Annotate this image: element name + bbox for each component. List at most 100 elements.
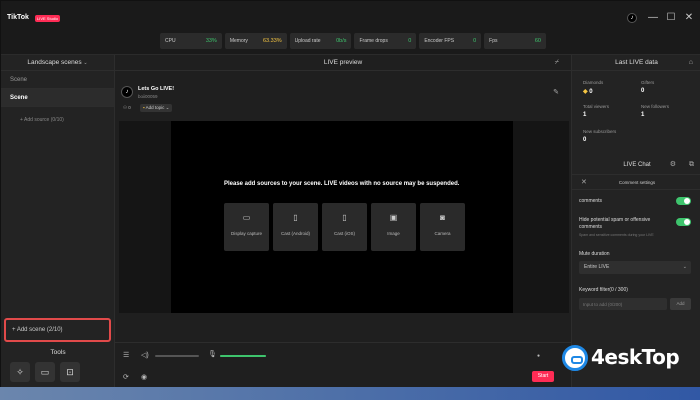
scenes-header-label: Landscape scenes xyxy=(27,59,82,66)
stat-label: Memory xyxy=(229,38,248,44)
chevron-down-icon: ⌄ xyxy=(682,264,687,270)
scene-item-selected[interactable]: Scene xyxy=(1,89,114,107)
keyword-input[interactable] xyxy=(579,298,667,310)
add-topic-label: Add topic xyxy=(145,105,165,110)
refresh-icon[interactable]: ⟳ xyxy=(123,373,129,381)
metric-label: Diamonds xyxy=(583,80,604,85)
watermark: 4eskTop xyxy=(562,343,692,383)
game-tool-button[interactable]: ⊡ xyxy=(60,362,80,382)
phone-icon: ▯ xyxy=(342,213,347,222)
volume-slider[interactable] xyxy=(155,355,199,357)
tiktok-avatar-icon: ♪ xyxy=(121,86,133,98)
add-scene-label: Add scene (2/10) xyxy=(16,327,63,333)
add-scene-button[interactable]: + Add scene (2/10) xyxy=(4,318,111,342)
stat-encoder-fps: Encoder FPS 0 xyxy=(419,33,482,49)
image-tile[interactable]: ▣ Image xyxy=(371,203,416,251)
stat-value: 0b/s xyxy=(336,38,347,44)
metric-new-subscribers: New subscribers 0 xyxy=(583,129,616,143)
titlebar: TikTok LIVE Studio ♪ — ☐ ✕ CPU 33% Memor… xyxy=(1,1,700,55)
stat-label: Fps xyxy=(489,38,498,44)
tiktok-icon[interactable]: ♪ xyxy=(627,13,637,23)
maximize-button[interactable]: ☐ xyxy=(664,12,678,23)
metric-gifters: Gifters 0 xyxy=(641,80,654,94)
live-preview-title: LIVE preview xyxy=(323,59,363,66)
microphone-icon[interactable]: 🎙 xyxy=(208,350,217,358)
metric-value: 0 xyxy=(641,88,645,94)
watermark-logo-icon xyxy=(562,345,588,371)
phone-icon: ▯ xyxy=(293,213,298,222)
record-icon[interactable]: ◉ xyxy=(141,373,147,381)
source-tiles: ▭ Display capture ▯ Cast (Android) ▯ Cas… xyxy=(224,203,465,251)
image-icon: ▣ xyxy=(389,213,398,222)
app-badge: LIVE Studio xyxy=(35,15,61,22)
video-camera-icon: ▭ xyxy=(40,367,50,377)
camera-tool-button[interactable]: ▭ xyxy=(35,362,55,382)
stat-value: 33% xyxy=(205,38,217,44)
mute-duration-select[interactable]: Entire LIVE ⌄ xyxy=(579,261,691,274)
stat-upload-rate: Upload rate 0b/s xyxy=(289,33,352,49)
minimize-button[interactable]: — xyxy=(646,12,660,23)
cast-ios-tile[interactable]: ▯ Cast (iOS) xyxy=(322,203,367,251)
metric-new-followers: New followers 1 xyxy=(641,104,669,118)
display-capture-tile[interactable]: ▭ Display capture xyxy=(224,203,269,251)
watermark-text: 4eskTop xyxy=(591,345,680,369)
settings-sliders-icon[interactable]: ☰ xyxy=(123,351,129,359)
stream-title[interactable]: Lets Go LIVE! xyxy=(138,86,174,92)
stat-label: CPU xyxy=(165,38,176,44)
metric-total-viewers: Total viewers 1 xyxy=(583,104,609,118)
desktop-background-strip xyxy=(0,387,700,400)
last-live-data-title: Last LIVE data xyxy=(615,59,658,66)
tile-label: Image xyxy=(387,231,400,236)
live-chat-title: LIVE Chat xyxy=(623,162,651,168)
mic-slider[interactable] xyxy=(220,355,266,357)
home-icon[interactable]: ⌂ xyxy=(689,55,693,71)
keyword-add-button[interactable]: Add xyxy=(670,298,691,310)
preview-canvas: Please add sources to your scene. LIVE v… xyxy=(171,121,513,313)
speaker-icon[interactable]: ◁) xyxy=(141,351,149,359)
stream-info: ♪ Lets Go LIVE! boii00059 ⚇ 0 ▪ Add topi… xyxy=(119,83,569,113)
keyword-filter-label: Keyword filter(0 / 300) xyxy=(579,287,628,293)
close-button[interactable]: ✕ xyxy=(682,12,696,23)
metric-value: 1 xyxy=(641,112,645,118)
add-source-label: Add source (0/10) xyxy=(24,117,64,123)
camera-icon: ◙ xyxy=(440,213,445,222)
stat-label: Frame drops xyxy=(359,38,388,44)
comment-settings-bar: ✕ Comment settings xyxy=(572,174,700,190)
stat-label: Upload rate xyxy=(294,38,321,44)
stat-cpu: CPU 33% xyxy=(160,33,222,49)
camera-tile[interactable]: ◙ Camera xyxy=(420,203,465,251)
scenes-header[interactable]: Landscape scenes ⌄ xyxy=(1,55,114,71)
edit-icon[interactable]: ✎ xyxy=(553,88,559,96)
add-source-button[interactable]: + Add source (0/10) xyxy=(1,107,114,123)
stat-value: 0 xyxy=(408,38,412,44)
cast-android-tile[interactable]: ▯ Cast (Android) xyxy=(273,203,318,251)
gear-icon[interactable]: ⚙ xyxy=(670,158,676,172)
metric-label: Gifters xyxy=(641,80,655,85)
monitor-icon: ▭ xyxy=(242,213,251,222)
effects-tool-button[interactable]: ✧ xyxy=(10,362,30,382)
chevron-down-icon: ⌄ xyxy=(83,60,88,66)
gamepad-icon: ⊡ xyxy=(66,367,74,377)
app-logo: TikTok xyxy=(7,14,29,21)
comments-label: comments xyxy=(579,198,603,204)
live-data-panel: Last LIVE data ⌂ Diamonds ◆ 0 Gifters 0 … xyxy=(571,55,700,388)
live-studio-window: TikTok LIVE Studio ♪ — ☐ ✕ CPU 33% Memor… xyxy=(0,0,700,388)
live-preview-panel: LIVE preview ⌿ ♪ Lets Go LIVE! boii00059… xyxy=(115,55,571,388)
pin-off-icon[interactable]: ⌿ xyxy=(555,55,559,71)
live-preview-header: LIVE preview ⌿ xyxy=(115,55,571,71)
metric-label: New subscribers xyxy=(583,129,617,134)
chevron-down-icon: ⌄ xyxy=(164,105,170,110)
last-live-data-header: Last LIVE data ⌂ xyxy=(572,55,700,71)
add-topic-button[interactable]: ▪ Add topic ⌄ xyxy=(140,104,173,112)
start-live-button[interactable]: Start xyxy=(532,371,554,382)
metric-label: Total viewers xyxy=(583,104,610,109)
no-source-message: Please add sources to your scene. LIVE v… xyxy=(224,181,460,187)
close-icon[interactable]: ✕ xyxy=(581,175,587,190)
comments-toggle[interactable] xyxy=(676,197,691,205)
tile-label: Cast (iOS) xyxy=(333,231,355,236)
hide-spam-toggle[interactable] xyxy=(676,218,691,226)
tile-label: Cast (Android) xyxy=(280,231,310,236)
popout-icon[interactable]: ⧉ xyxy=(689,158,694,172)
stat-memory: Memory 63.33% xyxy=(224,33,287,49)
scene-item[interactable]: Scene xyxy=(1,71,114,89)
